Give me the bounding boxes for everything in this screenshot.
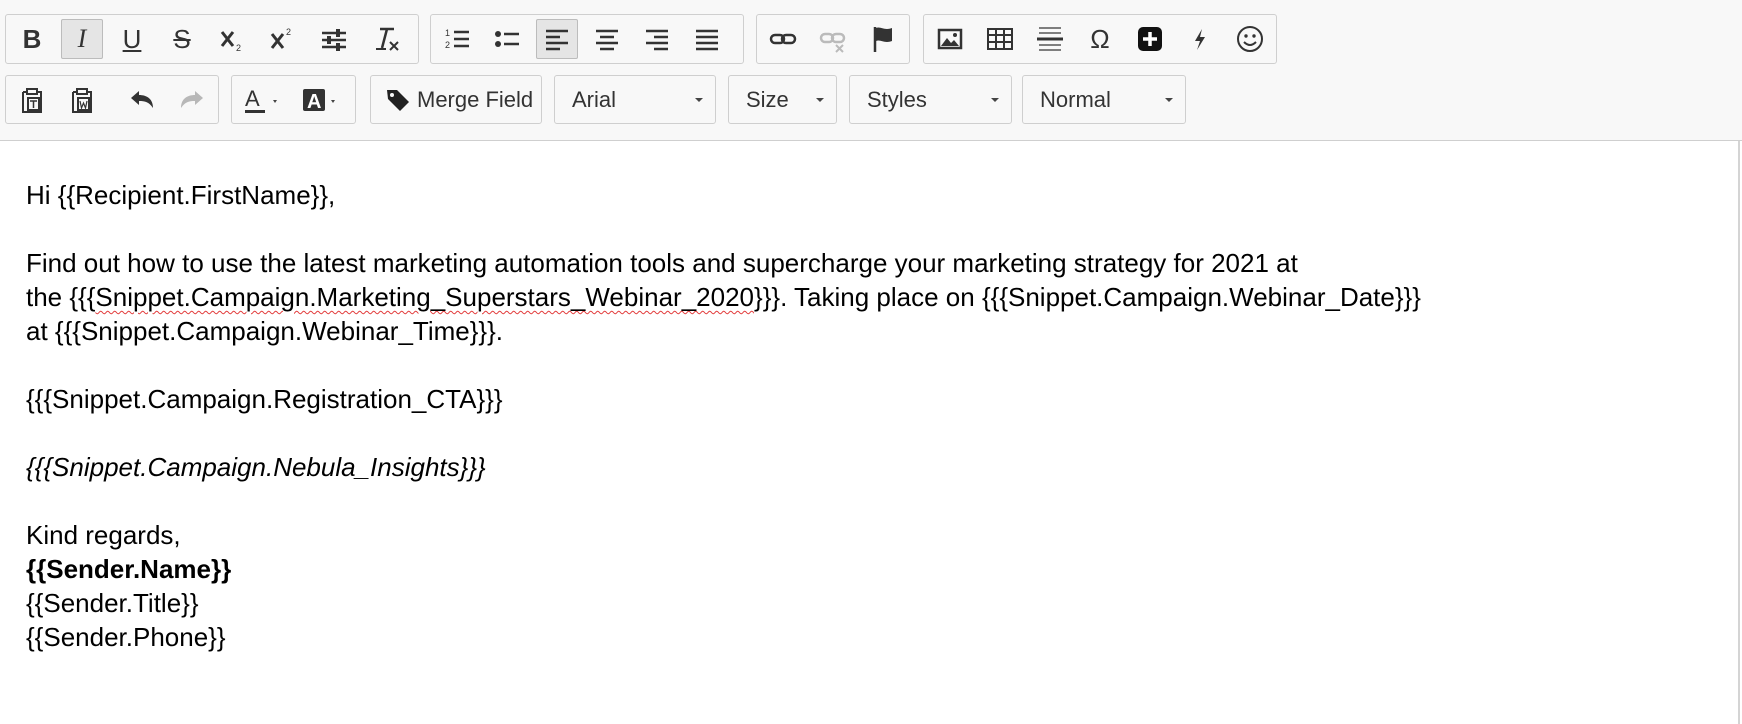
editor-content-area[interactable]: Hi {{Recipient.FirstName}}, Find out how… (0, 141, 1740, 724)
justify-button[interactable] (686, 19, 728, 59)
clipboard-group (5, 75, 219, 124)
registration-cta-snippet: {{{Snippet.Campaign.Registration_CTA}}} (26, 384, 503, 414)
redo-button[interactable] (171, 80, 213, 120)
colors-group: A A (231, 75, 356, 124)
lightning-button[interactable] (1179, 19, 1221, 59)
remove-format-icon (376, 27, 399, 51)
table-icon (987, 28, 1013, 50)
tag-icon (387, 89, 409, 111)
styles-value: Styles (867, 86, 927, 112)
merge-field-label: Merge Field (417, 86, 534, 112)
underline-button[interactable]: U (111, 19, 153, 59)
bulleted-list-icon (495, 31, 519, 47)
options-button[interactable] (313, 19, 355, 59)
numbered-list-button[interactable]: 12 (436, 19, 478, 59)
greeting-line: Hi {{Recipient.FirstName}}, (26, 180, 336, 210)
anchor-button[interactable] (862, 19, 904, 59)
styles-select[interactable]: Styles (849, 75, 1012, 124)
flag-icon (873, 27, 892, 52)
bold-button[interactable]: B (11, 19, 53, 59)
strikethrough-button[interactable]: S (161, 19, 203, 59)
bulleted-list-button[interactable] (486, 19, 528, 59)
paste-word-icon (72, 88, 92, 113)
intro-line-2-end: }}}. Taking place on {{{Snippet.Campaign… (754, 282, 1421, 312)
font-family-value: Arial (572, 86, 617, 112)
merge-field-button[interactable]: Merge Field (370, 75, 542, 124)
italic-button[interactable]: I (61, 19, 103, 59)
intro-line-2-start: the {{{ (26, 282, 96, 312)
insert-group: Ω (923, 14, 1277, 64)
intro-line-3: at {{{Snippet.Campaign.Webinar_Time}}}. (26, 316, 503, 346)
paste-word-button[interactable] (61, 80, 103, 120)
svg-text:1: 1 (445, 28, 450, 38)
emoji-button[interactable] (1229, 19, 1271, 59)
links-group (756, 14, 910, 64)
paragraph-group: 12 (430, 14, 744, 64)
editor-toolbar: B I U S 2 2 12 Ω A A Merge Field Arial S… (0, 0, 1742, 141)
svg-text:A: A (245, 86, 260, 111)
align-left-icon (546, 29, 568, 51)
paste-text-icon (22, 88, 42, 113)
spellcheck-flagged-snippet: Snippet.Campaign.Marketing_Superstars_We… (95, 282, 755, 312)
remove-format-button[interactable] (366, 19, 408, 59)
svg-text:2: 2 (236, 43, 241, 53)
svg-text:2: 2 (445, 40, 450, 50)
image-button[interactable] (929, 19, 971, 59)
intro-paragraph: Find out how to use the latest marketing… (26, 246, 1686, 348)
chevron-down-icon (991, 97, 999, 102)
background-color-icon: A (303, 89, 335, 113)
link-icon (769, 33, 797, 45)
redo-icon (181, 91, 203, 108)
chevron-down-icon (1165, 97, 1173, 102)
chevron-down-icon (816, 97, 824, 102)
insights-snippet: {{{Snippet.Campaign.Nebula_Insights}}} (26, 452, 486, 482)
font-family-select[interactable]: Arial (554, 75, 716, 124)
numbered-list-icon: 12 (445, 28, 469, 50)
format-select[interactable]: Normal (1022, 75, 1186, 124)
justify-icon (696, 29, 718, 51)
link-button[interactable] (762, 19, 804, 59)
unlink-icon (819, 32, 846, 53)
sender-title: {{Sender.Title}} (26, 588, 199, 618)
table-button[interactable] (979, 19, 1021, 59)
font-size-select[interactable]: Size (728, 75, 837, 124)
lightning-icon (1195, 29, 1205, 50)
align-right-icon (646, 29, 668, 51)
subscript-icon: 2 (220, 31, 241, 53)
align-right-button[interactable] (636, 19, 678, 59)
align-left-button[interactable] (536, 19, 578, 59)
closing-line: Kind regards, (26, 520, 181, 550)
superscript-button[interactable]: 2 (261, 19, 303, 59)
text-color-icon: A (245, 86, 277, 113)
unlink-button[interactable] (812, 19, 854, 59)
font-size-value: Size (746, 86, 789, 112)
smiley-icon (1237, 26, 1263, 52)
paste-text-button[interactable] (11, 80, 53, 120)
sliders-icon (322, 29, 346, 51)
intro-line-1: Find out how to use the latest marketing… (26, 248, 1298, 278)
plus-square-icon (1138, 27, 1162, 51)
align-center-button[interactable] (586, 19, 628, 59)
align-center-icon (596, 29, 618, 51)
plus-button[interactable] (1129, 19, 1171, 59)
special-character-button[interactable]: Ω (1079, 19, 1121, 59)
format-value: Normal (1040, 86, 1111, 112)
horizontal-line-button[interactable] (1029, 19, 1071, 59)
superscript-icon: 2 (270, 27, 291, 49)
text-color-button[interactable]: A (236, 80, 292, 120)
background-color-button[interactable]: A (294, 80, 350, 120)
chevron-down-icon (695, 97, 703, 102)
undo-icon (131, 91, 153, 108)
svg-text:A: A (307, 91, 321, 113)
basic-styles-group: B I U S 2 2 (5, 14, 419, 64)
undo-button[interactable] (121, 80, 163, 120)
svg-text:2: 2 (286, 27, 291, 37)
sender-name: {{Sender.Name}} (26, 554, 232, 584)
email-body[interactable]: Hi {{Recipient.FirstName}}, Find out how… (26, 178, 1686, 654)
sender-phone: {{Sender.Phone}} (26, 622, 226, 652)
subscript-button[interactable]: 2 (211, 19, 253, 59)
image-icon (937, 28, 963, 50)
horizontal-line-icon (1037, 27, 1063, 51)
